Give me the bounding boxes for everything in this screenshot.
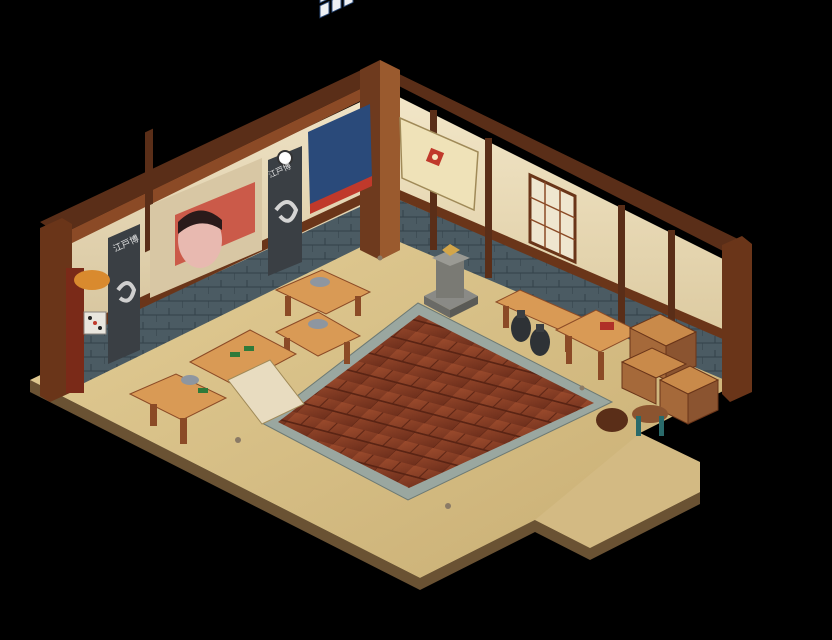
tile-display-grid (319, 0, 354, 19)
vase-icon (511, 314, 531, 342)
corner-pillar-face (380, 60, 400, 260)
pebble-2 (445, 503, 451, 509)
table-1-leg-a (285, 296, 291, 316)
stool-leg-a (636, 416, 641, 436)
pebble-3 (377, 255, 383, 261)
right-wall-post-3 (618, 205, 625, 335)
table-1-leg-b (355, 296, 361, 316)
game-scene: 江戸博 江戸博 (30, 0, 752, 590)
mahjong-tile-icon-2 (244, 346, 254, 351)
lantern-shade-icon (74, 270, 110, 290)
bench-front-leg-b (598, 352, 604, 380)
bench-back-leg-a (503, 306, 509, 328)
tile-4 (319, 0, 330, 19)
dice-bowl-icon (310, 277, 330, 287)
table-2-leg-b (344, 342, 350, 364)
mahjong-tile-icon (230, 352, 240, 357)
right-end-pillar (722, 236, 752, 402)
tile-5 (331, 0, 342, 13)
dice-bowl-icon-3 (181, 375, 199, 385)
tile-6 (343, 0, 354, 8)
stool-leg-b (659, 416, 664, 436)
dice-pip-1 (88, 316, 92, 320)
dice-pip-2 (98, 326, 102, 330)
scroll-emblem-center (432, 154, 438, 160)
pebble-1 (235, 437, 241, 443)
dice-pip-3 (93, 321, 97, 325)
bench-front-leg-a (566, 336, 572, 364)
dice-bowl-icon-2 (308, 319, 328, 329)
right-wall-post-2 (485, 138, 492, 278)
vase-2-neck (536, 324, 544, 332)
book-icon (600, 322, 614, 330)
table-4-leg-a (150, 404, 157, 426)
pebble-4 (579, 385, 585, 391)
vase-icon-2 (530, 328, 550, 356)
table-4-leg-b (180, 418, 187, 444)
stool (632, 405, 668, 436)
vase-neck (517, 310, 525, 318)
log-stump (596, 408, 628, 432)
mahjong-tile-icon-3 (198, 388, 208, 393)
